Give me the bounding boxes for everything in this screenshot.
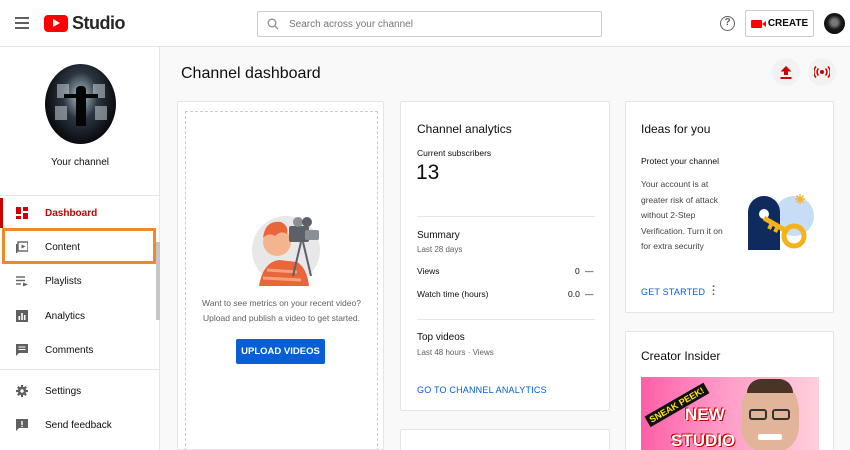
video-camera-icon [750, 19, 766, 28]
top-videos-period: Last 48 hours · Views [417, 348, 494, 357]
thumb-new-text: NEW [685, 405, 725, 424]
search-input[interactable] [289, 18, 589, 30]
summary-period: Last 28 days [417, 245, 463, 254]
create-label: CREATE [767, 18, 809, 29]
live-icon [814, 66, 830, 78]
upload-video-button[interactable] [772, 58, 800, 86]
upload-videos-button[interactable]: UPLOAD VIDEOS [236, 339, 325, 364]
sidebar-item-label: Analytics [45, 310, 86, 322]
next-card [400, 429, 610, 450]
channel-avatar[interactable] [45, 64, 116, 144]
ideas-subtitle: Protect your channel [641, 156, 719, 166]
settings-icon [16, 385, 28, 397]
top-videos-title: Top videos [417, 332, 465, 343]
watch-time-label: Watch time (hours) [417, 289, 489, 299]
sidebar-item-label: Settings [45, 385, 82, 397]
ideas-title: Ideas for you [641, 122, 711, 136]
watch-time-trend: — [585, 289, 594, 299]
sidebar-item-playlists[interactable]: Playlists [0, 264, 160, 298]
ideas-body-line: without 2-Step [641, 210, 696, 220]
dashboard-icon [16, 207, 28, 219]
go-live-button[interactable] [808, 58, 836, 86]
analytics-divider [417, 319, 595, 320]
logo-text: Studio [72, 13, 126, 33]
upload-videos-card: Want to see metrics on your recent video… [177, 101, 384, 450]
analytics-icon [16, 310, 28, 322]
menu-icon[interactable] [15, 17, 29, 29]
empty-state-line-2: Upload and publish a video to get starte… [203, 313, 360, 323]
playlists-icon [16, 276, 28, 287]
creator-insider-thumbnail[interactable]: SNEAK PEEK! NEW STUDIO [641, 377, 819, 450]
sidebar: Your channel Dashboard Content Playlists… [0, 47, 160, 450]
summary-title: Summary [417, 230, 460, 241]
cameraman-illustration [252, 216, 320, 286]
create-button[interactable]: CREATE [745, 10, 814, 37]
sidebar-item-comments[interactable]: Comments [0, 333, 160, 367]
your-channel-label[interactable]: Your channel [0, 157, 160, 168]
upload-icon [780, 65, 792, 79]
ideas-body-line: for extra security [641, 241, 704, 251]
thumb-person-face [741, 379, 799, 450]
watch-time-value: 0.0 [568, 289, 580, 299]
sidebar-item-label: Send feedback [45, 419, 112, 431]
analytics-title: Channel analytics [417, 122, 512, 136]
sidebar-item-analytics[interactable]: Analytics [0, 299, 160, 333]
ideas-body-line: Your account is at [641, 179, 709, 189]
studio-logo[interactable]: Studio [44, 13, 126, 34]
sidebar-item-send-feedback[interactable]: Send feedback [0, 408, 160, 442]
page-title: Channel dashboard [181, 65, 321, 82]
go-to-channel-analytics-link[interactable]: GO TO CHANNEL ANALYTICS [417, 385, 547, 395]
sidebar-scrollbar[interactable] [156, 242, 160, 320]
ideas-card: Ideas for you Protect your channel Your … [625, 101, 834, 313]
sidebar-item-dashboard[interactable]: Dashboard [0, 196, 160, 230]
channel-analytics-card: Channel analytics Current subscribers 13… [400, 101, 610, 411]
sidebar-item-label: Comments [45, 344, 94, 356]
account-avatar[interactable] [824, 13, 845, 34]
get-started-link[interactable]: GET STARTED [641, 287, 705, 297]
sidebar-item-settings[interactable]: Settings [0, 374, 160, 408]
search-icon [267, 18, 279, 30]
views-label: Views [417, 266, 440, 276]
sidebar-divider [0, 369, 160, 370]
creator-insider-title: Creator Insider [641, 349, 721, 363]
ideas-body-line: Verification. Turn it on [641, 225, 723, 236]
top-bar: Studio ? CREATE [0, 0, 850, 47]
comments-icon [16, 344, 28, 356]
thumb-studio-text: STUDIO [671, 431, 736, 450]
youtube-logo-icon [44, 15, 68, 32]
views-value: 0 [575, 266, 580, 276]
sidebar-item-content[interactable]: Content [0, 230, 160, 264]
subscribers-label: Current subscribers [417, 148, 492, 158]
search-box[interactable] [257, 11, 602, 37]
feedback-icon [16, 419, 28, 431]
more-options-icon[interactable]: · · · [712, 282, 716, 301]
sidebar-item-label: Content [45, 241, 81, 253]
sidebar-item-label: Playlists [45, 275, 82, 287]
subscriber-count: 13 [416, 161, 440, 184]
security-key-illustration [748, 194, 814, 250]
views-trend: — [585, 266, 594, 276]
sidebar-item-label: Dashboard [45, 207, 98, 219]
analytics-divider [417, 216, 595, 217]
help-icon[interactable]: ? [720, 16, 735, 31]
creator-insider-card: Creator Insider SNEAK PEEK! NEW STUDIO [625, 331, 834, 450]
empty-state-line-1: Want to see metrics on your recent video… [202, 298, 361, 308]
ideas-body-line: greater risk of attack [641, 194, 719, 205]
ideas-body: Your account is at greater risk of attac… [641, 177, 723, 255]
content-icon [16, 241, 28, 253]
